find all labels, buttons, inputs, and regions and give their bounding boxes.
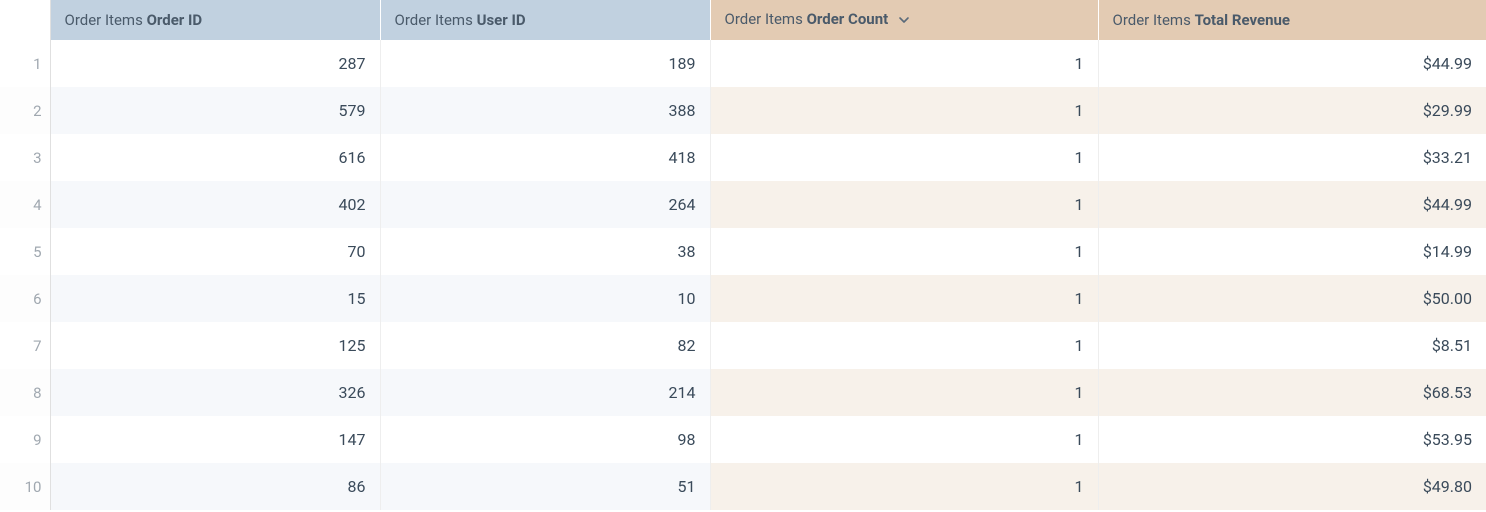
table-row[interactable]: 7125821$8.51 [0, 322, 1486, 369]
cell-total-revenue[interactable]: $8.51 [1098, 322, 1486, 369]
cell-order-count[interactable]: 1 [710, 134, 1098, 181]
row-number-cell: 1 [0, 40, 50, 87]
cell-order-id[interactable]: 125 [50, 322, 380, 369]
column-label: User ID [477, 11, 526, 29]
cell-total-revenue[interactable]: $68.53 [1098, 369, 1486, 416]
table-row[interactable]: 36164181$33.21 [0, 134, 1486, 181]
cell-order-count[interactable]: 1 [710, 228, 1098, 275]
column-prefix: Order Items [65, 11, 143, 29]
table-row[interactable]: 9147981$53.95 [0, 416, 1486, 463]
table-body: 12871891$44.9925793881$29.9936164181$33.… [0, 40, 1486, 510]
cell-order-count[interactable]: 1 [710, 416, 1098, 463]
cell-order-count[interactable]: 1 [710, 40, 1098, 87]
table-row[interactable]: 44022641$44.99 [0, 181, 1486, 228]
row-number-cell: 6 [0, 275, 50, 322]
cell-total-revenue[interactable]: $53.95 [1098, 416, 1486, 463]
cell-total-revenue[interactable]: $44.99 [1098, 181, 1486, 228]
cell-user-id[interactable]: 38 [380, 228, 710, 275]
column-header-order-id[interactable]: Order Items Order ID [50, 0, 380, 40]
column-label: Total Revenue [1195, 11, 1290, 29]
row-number-cell: 9 [0, 416, 50, 463]
cell-order-count[interactable]: 1 [710, 87, 1098, 134]
cell-total-revenue[interactable]: $44.99 [1098, 40, 1486, 87]
table-row[interactable]: 12871891$44.99 [0, 40, 1486, 87]
column-prefix: Order Items [1113, 11, 1191, 29]
cell-user-id[interactable]: 51 [380, 463, 710, 510]
cell-order-count[interactable]: 1 [710, 322, 1098, 369]
cell-user-id[interactable]: 189 [380, 40, 710, 87]
cell-order-id[interactable]: 15 [50, 275, 380, 322]
cell-order-id[interactable]: 86 [50, 463, 380, 510]
sort-desc-icon [898, 12, 910, 30]
cell-user-id[interactable]: 264 [380, 181, 710, 228]
table-row[interactable]: 83262141$68.53 [0, 369, 1486, 416]
row-number-cell: 8 [0, 369, 50, 416]
cell-total-revenue[interactable]: $49.80 [1098, 463, 1486, 510]
cell-user-id[interactable]: 388 [380, 87, 710, 134]
table-row[interactable]: 570381$14.99 [0, 228, 1486, 275]
cell-order-id[interactable]: 326 [50, 369, 380, 416]
cell-total-revenue[interactable]: $14.99 [1098, 228, 1486, 275]
cell-user-id[interactable]: 214 [380, 369, 710, 416]
cell-order-id[interactable]: 70 [50, 228, 380, 275]
row-number-cell: 5 [0, 228, 50, 275]
table-row[interactable]: 1086511$49.80 [0, 463, 1486, 510]
column-prefix: Order Items [725, 10, 803, 28]
cell-order-id[interactable]: 147 [50, 416, 380, 463]
cell-total-revenue[interactable]: $33.21 [1098, 134, 1486, 181]
row-number-cell: 2 [0, 87, 50, 134]
cell-user-id[interactable]: 10 [380, 275, 710, 322]
cell-order-count[interactable]: 1 [710, 181, 1098, 228]
cell-user-id[interactable]: 418 [380, 134, 710, 181]
column-prefix: Order Items [395, 11, 473, 29]
cell-order-id[interactable]: 616 [50, 134, 380, 181]
table-row[interactable]: 25793881$29.99 [0, 87, 1486, 134]
cell-total-revenue[interactable]: $29.99 [1098, 87, 1486, 134]
column-label: Order Count [807, 10, 889, 28]
cell-user-id[interactable]: 82 [380, 322, 710, 369]
cell-order-id[interactable]: 287 [50, 40, 380, 87]
cell-order-count[interactable]: 1 [710, 463, 1098, 510]
cell-order-id[interactable]: 402 [50, 181, 380, 228]
column-header-order-count[interactable]: Order Items Order Count [710, 0, 1098, 40]
cell-order-count[interactable]: 1 [710, 275, 1098, 322]
table-header: Order Items Order ID Order Items User ID… [0, 0, 1486, 40]
row-number-cell: 3 [0, 134, 50, 181]
cell-total-revenue[interactable]: $50.00 [1098, 275, 1486, 322]
table-row[interactable]: 615101$50.00 [0, 275, 1486, 322]
cell-order-id[interactable]: 579 [50, 87, 380, 134]
row-number-header [0, 0, 50, 40]
column-header-user-id[interactable]: Order Items User ID [380, 0, 710, 40]
data-table: Order Items Order ID Order Items User ID… [0, 0, 1486, 510]
cell-user-id[interactable]: 98 [380, 416, 710, 463]
row-number-cell: 4 [0, 181, 50, 228]
row-number-cell: 7 [0, 322, 50, 369]
row-number-cell: 10 [0, 463, 50, 510]
column-header-total-revenue[interactable]: Order Items Total Revenue [1098, 0, 1486, 40]
column-label: Order ID [147, 11, 203, 29]
cell-order-count[interactable]: 1 [710, 369, 1098, 416]
